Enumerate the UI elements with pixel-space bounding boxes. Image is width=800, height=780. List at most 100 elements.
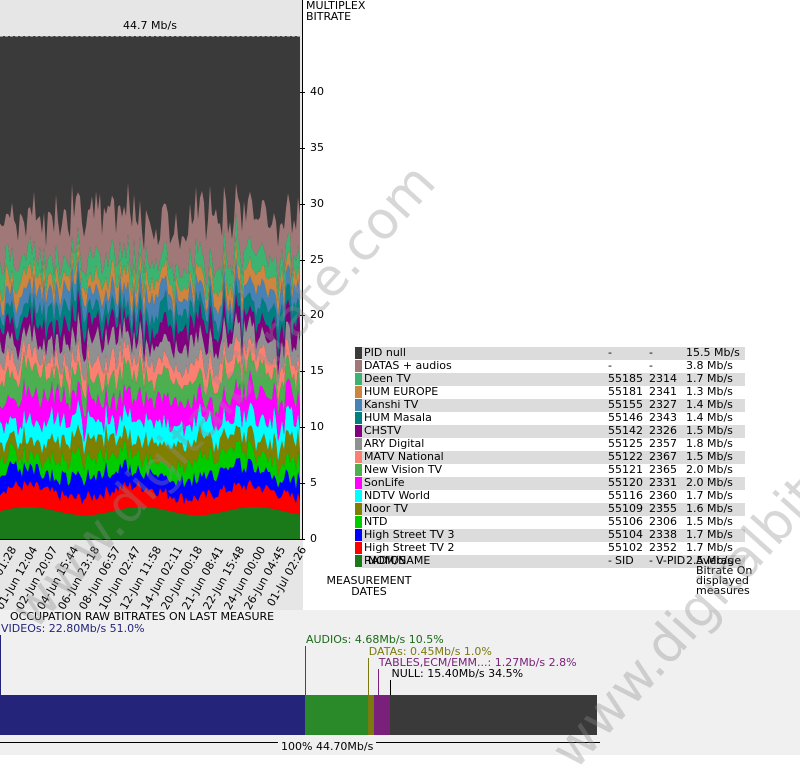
legend-sid: 55109 [606, 502, 647, 516]
legend-row: Kanshi TV 55155 2327 1.4 Mb/s [355, 398, 745, 412]
occupation-leader-line [390, 680, 392, 695]
legend-sid: 55146 [606, 411, 647, 425]
legend-swatch [355, 437, 362, 451]
y-tick-mark [300, 315, 305, 317]
legend-sid: 55142 [606, 424, 647, 438]
legend-vpid: 2360 [647, 489, 684, 503]
legend-vpid: 2365 [647, 463, 684, 477]
area-chart-svg [0, 182, 300, 539]
y-tick-label: 15 [310, 364, 324, 378]
legend-rate: 1.5 Mb/s [684, 450, 745, 464]
legend-sid: 55104 [606, 528, 647, 542]
y-tick-label: 5 [310, 476, 317, 490]
legend-vpid: 2306 [647, 515, 684, 529]
legend-swatch [355, 463, 362, 477]
max-bitrate-line [0, 36, 300, 37]
legend-vpid: 2367 [647, 450, 684, 464]
legend-name: NTD [362, 515, 606, 529]
max-bitrate-label: 44.7 Mb/s [123, 19, 177, 32]
legend-vpid: 2314 [647, 372, 684, 386]
legend-vpid: 2343 [647, 411, 684, 425]
area-series-radios [0, 506, 300, 539]
legend-rate: 15.5 Mb/s [684, 347, 745, 360]
legend-row: HUM Masala 55146 2343 1.4 Mb/s [355, 411, 745, 425]
legend-swatch [355, 541, 362, 555]
legend-row: HUM EUROPE 55181 2341 1.3 Mb/s [355, 385, 745, 399]
legend-swatch [355, 411, 362, 425]
legend-row: SonLife 55120 2331 2.0 Mb/s [355, 476, 745, 490]
legend-vpid: 2352 [647, 541, 684, 555]
legend-rate: 1.5 Mb/s [684, 424, 745, 438]
occupation-segment [304, 695, 368, 735]
legend-name: PID null [362, 347, 606, 360]
legend-swatch [355, 515, 362, 529]
legend-name: DATAS + audios [362, 359, 606, 373]
x-axis-title: MEASUREMENT DATES [324, 575, 414, 597]
y-tick-label: 30 [310, 196, 324, 210]
y-tick-label: 25 [310, 252, 324, 266]
legend-col-rate: Average Bitrate On displayed measures [696, 554, 753, 597]
y-tick-label: 40 [310, 84, 324, 98]
legend-swatch [355, 528, 362, 542]
legend-row: NDTV World 55116 2360 1.7 Mb/s [355, 489, 745, 503]
y-tick-label: 20 [310, 308, 324, 322]
y-tick-mark [300, 483, 305, 485]
legend-name: ARY Digital [362, 437, 606, 451]
legend-rate: 3.8 Mb/s [684, 359, 745, 373]
legend-rate: 1.6 Mb/s [684, 502, 745, 516]
legend-swatch [355, 502, 362, 516]
legend-swatch [355, 372, 362, 386]
legend-name: HUM Masala [362, 411, 606, 425]
occupation-total-label: 100% 44.70Mb/s [278, 740, 377, 753]
legend-swatch [355, 489, 362, 503]
legend-name: Noor TV [362, 502, 606, 516]
y-axis-line [302, 0, 303, 540]
legend-col-name: NOM/NAME [368, 554, 431, 567]
legend-name: SonLife [362, 476, 606, 490]
legend-row: Noor TV 55109 2355 1.6 Mb/s [355, 502, 745, 516]
legend-sid: - [606, 359, 647, 373]
legend-sid: - [606, 347, 647, 360]
occupation-segment [0, 695, 305, 735]
legend-rate: 1.7 Mb/s [684, 541, 745, 555]
legend-name: HUM EUROPE [362, 385, 606, 399]
legend-row: ARY Digital 55125 2357 1.8 Mb/s [355, 437, 745, 451]
occupation-leader-line [0, 635, 1, 695]
legend-vpid: 2341 [647, 385, 684, 399]
legend-name: New Vision TV [362, 463, 606, 477]
y-tick-mark [300, 91, 305, 93]
legend-vpid: 2326 [647, 424, 684, 438]
legend-row: PID null - -15.5 Mb/s [355, 347, 745, 360]
legend-rate: 1.7 Mb/s [684, 489, 745, 503]
legend-swatch [355, 385, 362, 399]
x-axis-title-text: MEASUREMENT DATES [326, 574, 412, 598]
legend-sid: 55155 [606, 398, 647, 412]
y-tick-mark [300, 203, 305, 205]
legend-rate: 1.8 Mb/s [684, 437, 745, 451]
legend-row: CHSTV 55142 2326 1.5 Mb/s [355, 424, 745, 438]
legend-rate: 1.7 Mb/s [684, 528, 745, 542]
legend-vpid: 2355 [647, 502, 684, 516]
occupation-leader-line [377, 669, 379, 695]
occupation-label: VIDEOs: 22.80Mb/s 51.0% [1, 622, 145, 635]
legend-name: Kanshi TV [362, 398, 606, 412]
legend-row: NTD 55106 2306 1.5 Mb/s [355, 515, 745, 529]
legend-rate: 1.4 Mb/s [684, 398, 745, 412]
legend-table: PID null - -15.5 Mb/s DATAS + audios - -3.8 M… [355, 347, 745, 568]
y-tick-mark [300, 259, 305, 261]
legend-rate: 1.5 Mb/s [684, 515, 745, 529]
legend-rate: 1.3 Mb/s [684, 385, 745, 399]
legend-sid: 55185 [606, 372, 647, 386]
legend-col-vpid: V-PID [656, 554, 686, 567]
y-tick-label: 10 [310, 420, 324, 434]
y-tick-mark [300, 539, 305, 540]
legend-swatch [355, 347, 362, 360]
legend-swatch [355, 554, 362, 568]
legend-vpid: 2357 [647, 437, 684, 451]
legend-vpid: 2338 [647, 528, 684, 542]
occupation-label: NULL: 15.40Mb/s 34.5% [391, 667, 524, 680]
legend-rate: 2.0 Mb/s [684, 476, 745, 490]
legend-swatch [355, 398, 362, 412]
y-tick-label: 35 [310, 140, 324, 154]
legend-swatch [355, 424, 362, 438]
